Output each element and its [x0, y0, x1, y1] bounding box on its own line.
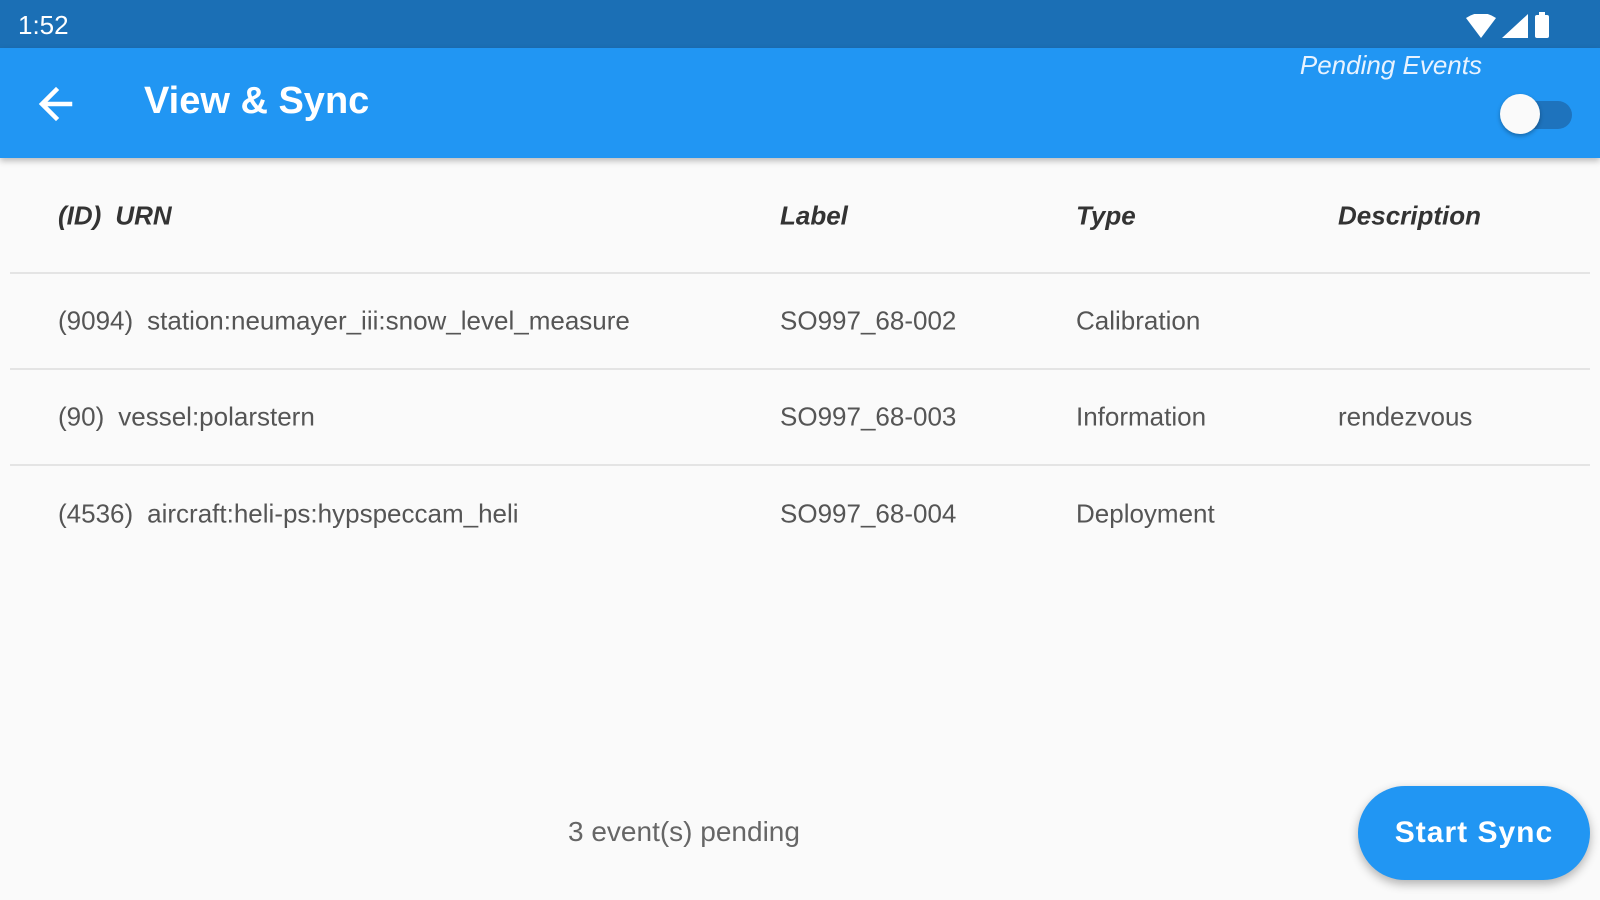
pending-events-label: Pending Events: [1299, 50, 1482, 80]
header-urn: (ID) URN: [58, 200, 172, 231]
table-row[interactable]: (9094) station:neumayer_iii:snow_level_me…: [10, 274, 1590, 370]
cell-urn: (9094) station:neumayer_iii:snow_level_me…: [58, 305, 630, 336]
events-table: (ID) URN Label Type Description (9094) sta…: [10, 160, 1590, 562]
battery-icon: [1535, 12, 1549, 38]
table-row[interactable]: (90) vessel:polarstern SO997_68-003 Infor…: [10, 370, 1590, 466]
status-icons: [1466, 12, 1550, 38]
cell-description: rendezvous: [1338, 401, 1473, 432]
pending-events-toggle[interactable]: [1498, 88, 1574, 134]
table-header: (ID) URN Label Type Description: [10, 160, 1590, 274]
arrow-left-icon[interactable]: [34, 82, 78, 126]
signal-icon: [1502, 14, 1528, 38]
cell-type: Information: [1076, 401, 1207, 432]
header-type: Type: [1076, 200, 1136, 231]
cell-urn: (90) vessel:polarstern: [58, 401, 315, 432]
cell-type: Calibration: [1076, 305, 1201, 336]
cell-label: SO997_68-004: [780, 498, 957, 529]
cell-label: SO997_68-003: [780, 401, 957, 432]
app-bar: View & Sync Pending Events: [0, 48, 1600, 158]
status-time: 1:52: [18, 10, 69, 40]
header-label: Label: [780, 200, 848, 231]
start-sync-button[interactable]: Start Sync: [1358, 786, 1590, 880]
cell-type: Deployment: [1076, 498, 1215, 529]
page-title: View & Sync: [144, 80, 370, 122]
toggle-thumb: [1500, 94, 1540, 134]
wifi-icon: [1466, 14, 1496, 38]
pending-count-text: 3 event(s) pending: [568, 816, 800, 847]
cell-label: SO997_68-002: [780, 305, 957, 336]
cell-urn: (4536) aircraft:heli-ps:hypspeccam_heli: [58, 498, 519, 529]
header-description: Description: [1338, 200, 1482, 231]
table-row[interactable]: (4536) aircraft:heli-ps:hypspeccam_heli S…: [10, 466, 1590, 562]
status-bar: 1:52: [0, 0, 1600, 48]
